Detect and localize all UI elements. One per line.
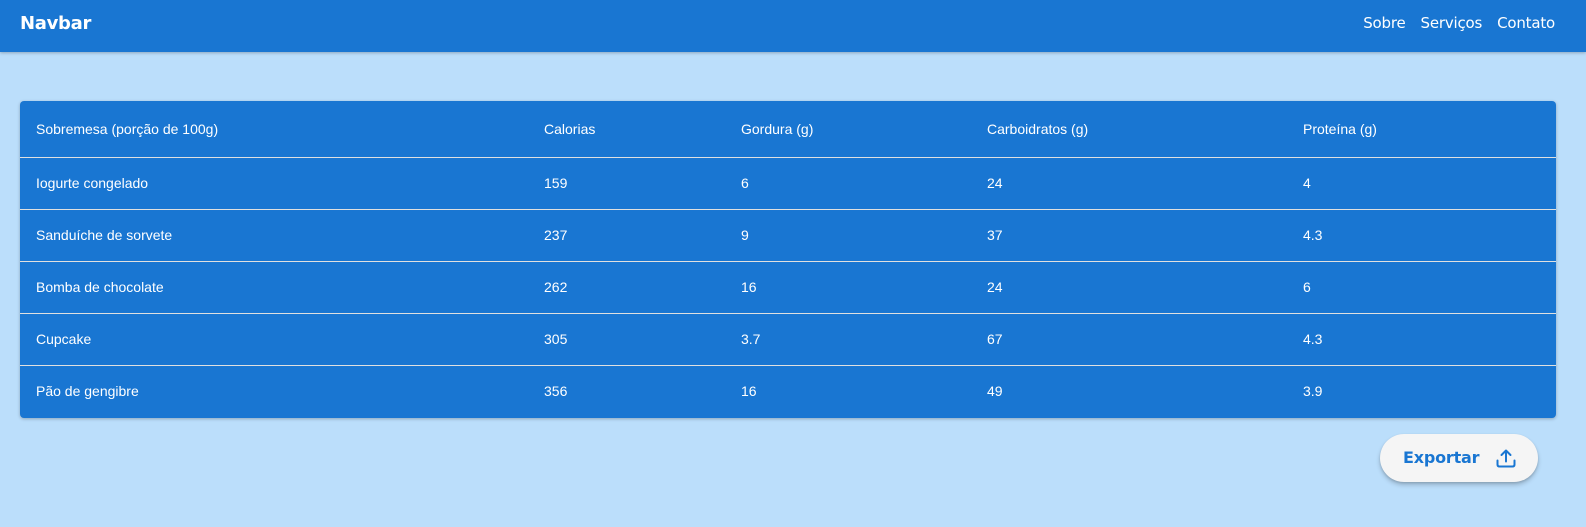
cell-protein: 4.3	[1287, 209, 1556, 262]
cell-fat: 9	[725, 209, 971, 262]
cell-carbs: 24	[971, 261, 1287, 314]
cell-dessert: Sanduíche de sorvete	[20, 209, 528, 262]
table-header-row: Sobremesa (porção de 100g) Calorias Gord…	[20, 101, 1556, 158]
cell-calories: 159	[528, 157, 725, 210]
table-row: Sanduíche de sorvete 237 9 37 4.3	[20, 209, 1556, 262]
cell-carbs: 49	[987, 383, 1003, 400]
cell-protein: 4	[1287, 157, 1556, 210]
cell-protein: 4.3	[1287, 313, 1556, 366]
table-row: Pão de gengibre 356 16 49 3.9	[20, 365, 1556, 417]
cell-calories: 262	[528, 261, 725, 314]
column-header-dessert: Sobremesa (porção de 100g)	[20, 101, 528, 158]
desserts-table: Sobremesa (porção de 100g) Calorias Gord…	[20, 101, 1556, 417]
table-row: Iogurte congelado 159 6 24 4	[20, 157, 1556, 210]
nav-links: Sobre Serviços Contato	[1363, 13, 1555, 33]
desserts-table-container: Sobremesa (porção de 100g) Calorias Gord…	[20, 101, 1556, 418]
cell-protein: 6	[1287, 261, 1556, 314]
cell-protein: 3.9	[1303, 383, 1323, 400]
cell-dessert: Cupcake	[20, 313, 528, 366]
export-button[interactable]: Exportar	[1380, 434, 1538, 482]
table-row: Cupcake 305 3.7 67 4.3	[20, 313, 1556, 366]
export-button-label: Exportar	[1403, 448, 1480, 467]
cell-fat: 3.7	[725, 313, 971, 366]
table-row: Bomba de chocolate 262 16 24 6	[20, 261, 1556, 314]
column-header-protein: Proteína (g)	[1287, 101, 1556, 158]
column-header-carbs: Carboidratos (g)	[971, 101, 1287, 158]
upload-icon	[1496, 449, 1516, 468]
cell-calories: 305	[528, 313, 725, 366]
cell-fat: 16	[725, 261, 971, 314]
cell-dessert: Pão de gengibre	[36, 383, 139, 400]
cell-dessert: Iogurte congelado	[20, 157, 528, 210]
navbar-brand[interactable]: Navbar	[20, 12, 91, 36]
cell-fat: 16	[741, 383, 757, 400]
nav-link-contato[interactable]: Contato	[1497, 13, 1555, 33]
navbar: Navbar Sobre Serviços Contato	[0, 0, 1586, 52]
cell-carbs: 67	[971, 313, 1287, 366]
cell-carbs: 24	[971, 157, 1287, 210]
column-header-calories: Calorias	[528, 101, 725, 158]
cell-dessert: Bomba de chocolate	[20, 261, 528, 314]
nav-link-sobre[interactable]: Sobre	[1363, 13, 1405, 33]
nav-link-servicos[interactable]: Serviços	[1421, 13, 1483, 33]
cell-carbs: 37	[971, 209, 1287, 262]
cell-fat: 6	[725, 157, 971, 210]
cell-calories: 237	[528, 209, 725, 262]
cell-calories: 356	[544, 383, 568, 400]
column-header-fat: Gordura (g)	[725, 101, 971, 158]
